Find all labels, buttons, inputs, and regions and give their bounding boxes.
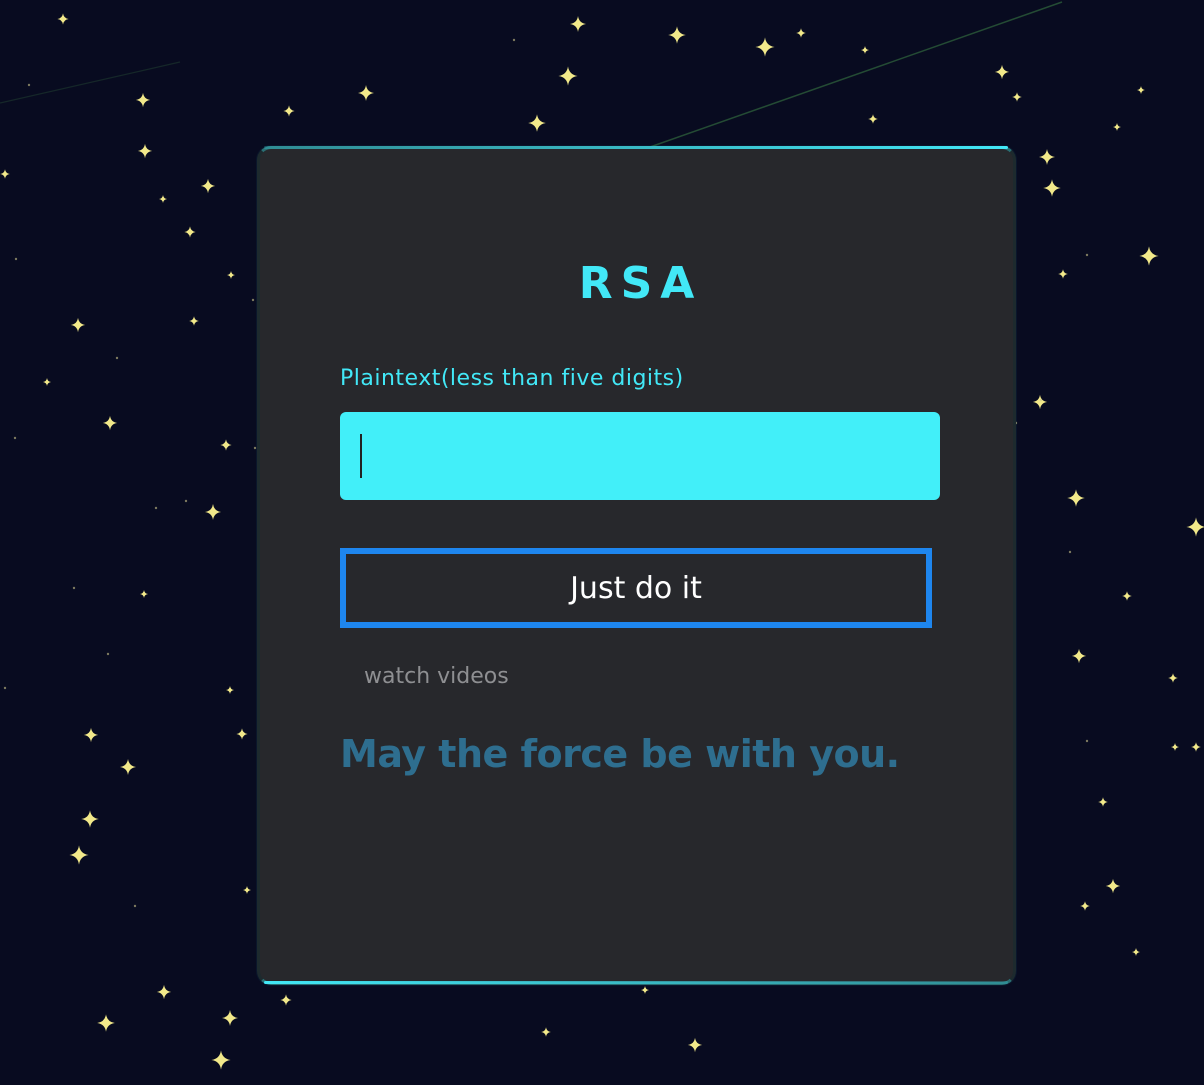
star [668,26,686,44]
star-dot [14,257,18,261]
star [200,178,216,194]
star [1168,673,1178,683]
star [69,845,89,865]
star [227,271,235,279]
star-dot [253,446,257,450]
star [755,37,775,57]
star [1105,878,1121,894]
star [358,85,374,101]
star-dot [184,499,188,503]
star [184,226,196,238]
card-bottom-glow [264,981,1008,984]
star-dot [1039,398,1043,402]
star [1080,901,1090,911]
star [1137,86,1145,94]
star-dot [133,904,137,908]
star-dot [1068,550,1072,554]
just-do-it-button[interactable]: Just do it [340,548,932,628]
star [280,994,292,1006]
star [861,46,869,54]
star [156,984,172,1000]
star [1171,743,1179,751]
star [868,114,878,124]
star [1071,648,1087,664]
plaintext-input[interactable] [340,412,940,500]
star [120,759,136,775]
star [135,92,151,108]
star [1067,489,1085,507]
star [687,1037,703,1053]
star [641,986,649,994]
star [1186,517,1204,537]
star [189,316,199,326]
star [140,590,148,598]
star [1113,123,1121,131]
star [226,686,234,694]
star [994,64,1010,80]
star [220,439,232,451]
watch-videos-link[interactable]: watch videos [364,664,509,689]
star [1032,394,1048,410]
star [205,504,221,520]
star [102,415,118,431]
star [1122,591,1132,601]
star-dot [3,686,7,690]
star [528,114,546,132]
quote-text: May the force be with you. [340,732,900,776]
star [1043,179,1061,197]
star-dot [1085,253,1089,257]
star-dot [13,436,17,440]
star-dot [115,356,119,360]
star [83,727,99,743]
card-top-glow [264,146,1008,149]
star-dot [72,586,76,590]
star [283,105,295,117]
star [159,195,167,203]
star [1098,797,1108,807]
star-dot [251,298,255,302]
star [1058,269,1068,279]
star [81,810,99,828]
star [236,728,248,740]
star [1132,948,1140,956]
star [211,1050,231,1070]
star-dot [154,506,158,510]
star [57,13,69,25]
star [558,66,578,86]
star [1039,149,1055,165]
star [796,28,806,38]
star [1012,92,1022,102]
star [222,1010,238,1026]
plaintext-label: Plaintext(less than five digits) [340,366,684,391]
star [97,1014,115,1032]
star-dot [106,652,110,656]
page-title: RSA [578,258,703,309]
text-caret [360,434,362,478]
star [137,143,153,159]
star [1191,742,1201,752]
shooting-star-trail [0,61,181,104]
star-dot [512,38,516,42]
star [43,378,51,386]
star [1139,246,1159,266]
star-dot [27,83,31,87]
star [541,1027,551,1037]
star [0,169,10,179]
star [570,16,586,32]
star [243,886,251,894]
star-dot [1085,739,1089,743]
star [70,317,86,333]
